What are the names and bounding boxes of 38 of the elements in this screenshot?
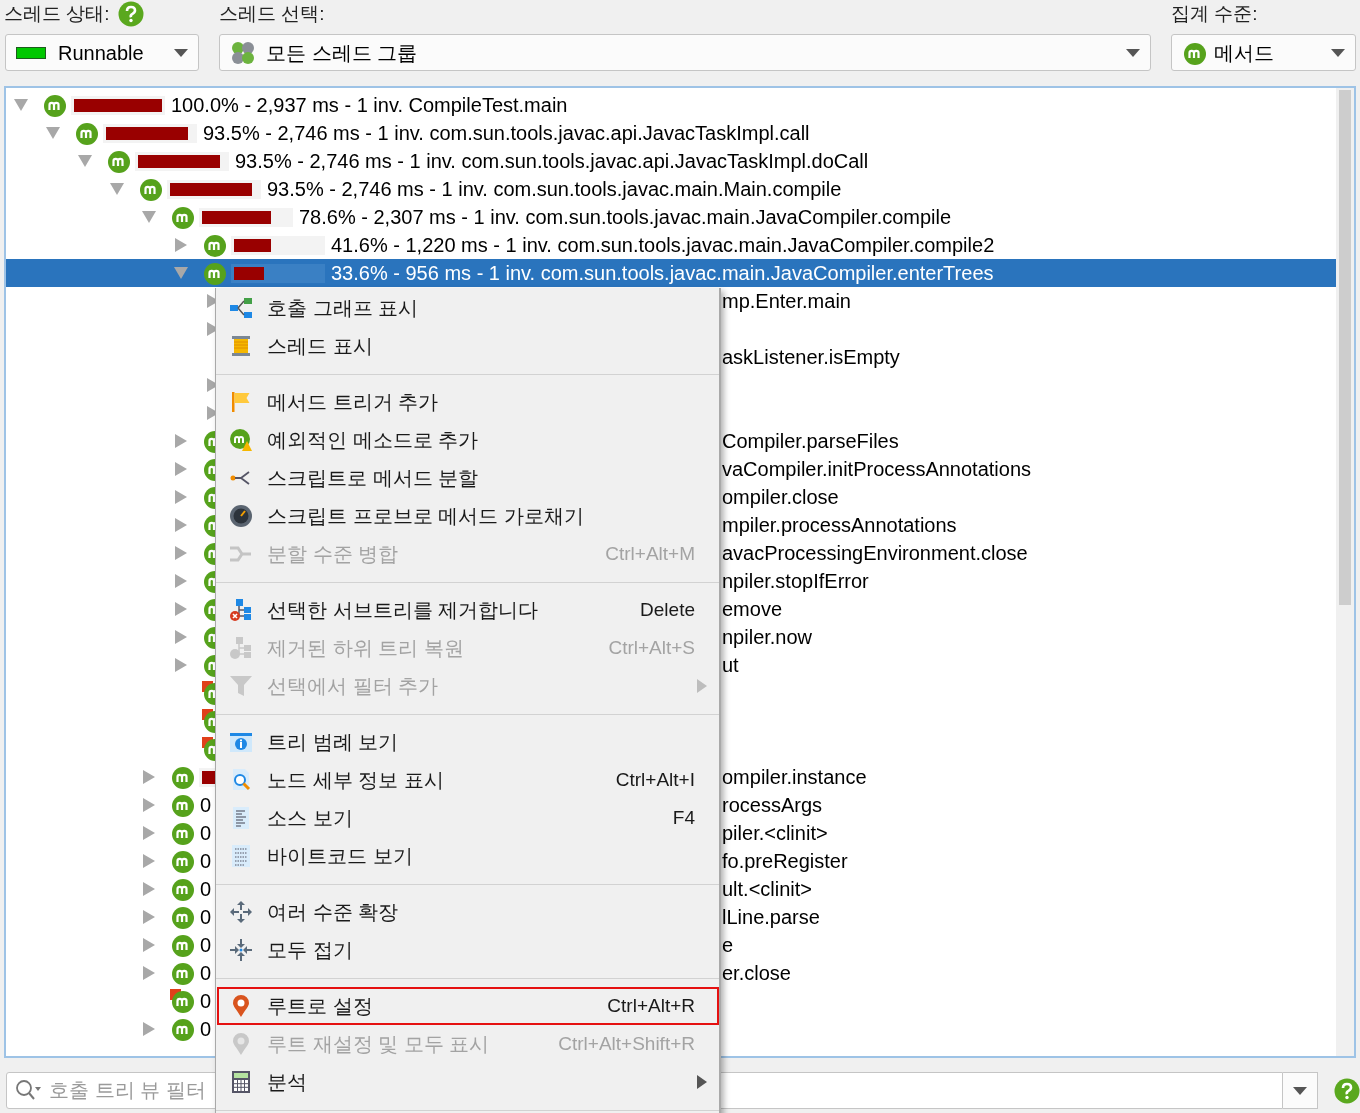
- tree-node-text: er.close: [722, 961, 791, 985]
- tree-node-text: 78.6% - 2,307 ms - 1 inv. com.sun.tools.javac.main.JavaCompiler.compile: [299, 205, 952, 229]
- tree-node-text: mp.Enter.main: [722, 289, 851, 313]
- tree-node-text: ompiler.instance: [722, 765, 867, 789]
- field-label: 집계 수준:: [1171, 1, 1258, 26]
- tree-node-text: 0: [200, 793, 212, 817]
- tree-node-text: piler.<clinit>: [722, 821, 828, 845]
- tree-node-text: 0: [200, 849, 212, 873]
- tree-node-text: 0: [200, 961, 212, 985]
- tree-node-text: emove: [722, 597, 783, 621]
- tree-node-text: lLine.parse: [722, 905, 820, 929]
- tree-node-text: ut: [722, 653, 739, 677]
- field-label: 스레드 상태:: [4, 1, 110, 26]
- tree-node-text: 33.6% - 956 ms - 1 inv. com.sun.tools.javac.main.JavaCompiler.enterTrees: [331, 261, 994, 285]
- tree-node-text: fo.preRegister: [722, 849, 848, 873]
- tree-node-text: 0: [200, 933, 212, 957]
- tree-node-text: 93.5% - 2,746 ms - 1 inv. com.sun.tools.javac.main.Main.compile: [267, 177, 842, 201]
- tree-node-text: Compiler.parseFiles: [722, 429, 899, 453]
- tree-node-text: 41.6% - 1,220 ms - 1 inv. com.sun.tools.javac.main.JavaCompiler.compile2: [331, 233, 995, 257]
- tree-node-text: 93.5% - 2,746 ms - 1 inv. com.sun.tools.javac.api.JavacTaskImpl.doCall: [235, 149, 869, 173]
- tree-node-text: 100.0% - 2,937 ms - 1 inv. CompileTest.main: [171, 93, 568, 117]
- tree-node-text: 93.5% - 2,746 ms - 1 inv. com.sun.tools.javac.api.JavacTaskImpl.call: [203, 121, 810, 145]
- tree-node-text: 0: [200, 821, 212, 845]
- tree-node-text: mpiler.processAnnotations: [722, 513, 957, 537]
- tree-node-text: 0: [200, 989, 212, 1013]
- tree-node-text: ompiler.close: [722, 485, 839, 509]
- tree-node-text: npiler.stopIfError: [722, 569, 869, 593]
- tree-node-text: avacProcessingEnvironment.close: [722, 541, 1028, 565]
- tree-node-text: ult.<clinit>: [722, 877, 813, 901]
- field-label: 스레드 선택:: [219, 1, 325, 26]
- tree-node-text: rocessArgs: [722, 793, 823, 817]
- tree-node-text: vaCompiler.initProcessAnnotations: [722, 457, 1032, 481]
- tree-node-text: 0: [200, 1017, 212, 1041]
- tree-node-text: e: [722, 933, 734, 957]
- tree-node-text: 0: [200, 877, 212, 901]
- tree-node-text: 0: [200, 905, 212, 929]
- tree-node-text: npiler.now: [722, 625, 813, 649]
- tree-node-text: askListener.isEmpty: [722, 345, 900, 369]
